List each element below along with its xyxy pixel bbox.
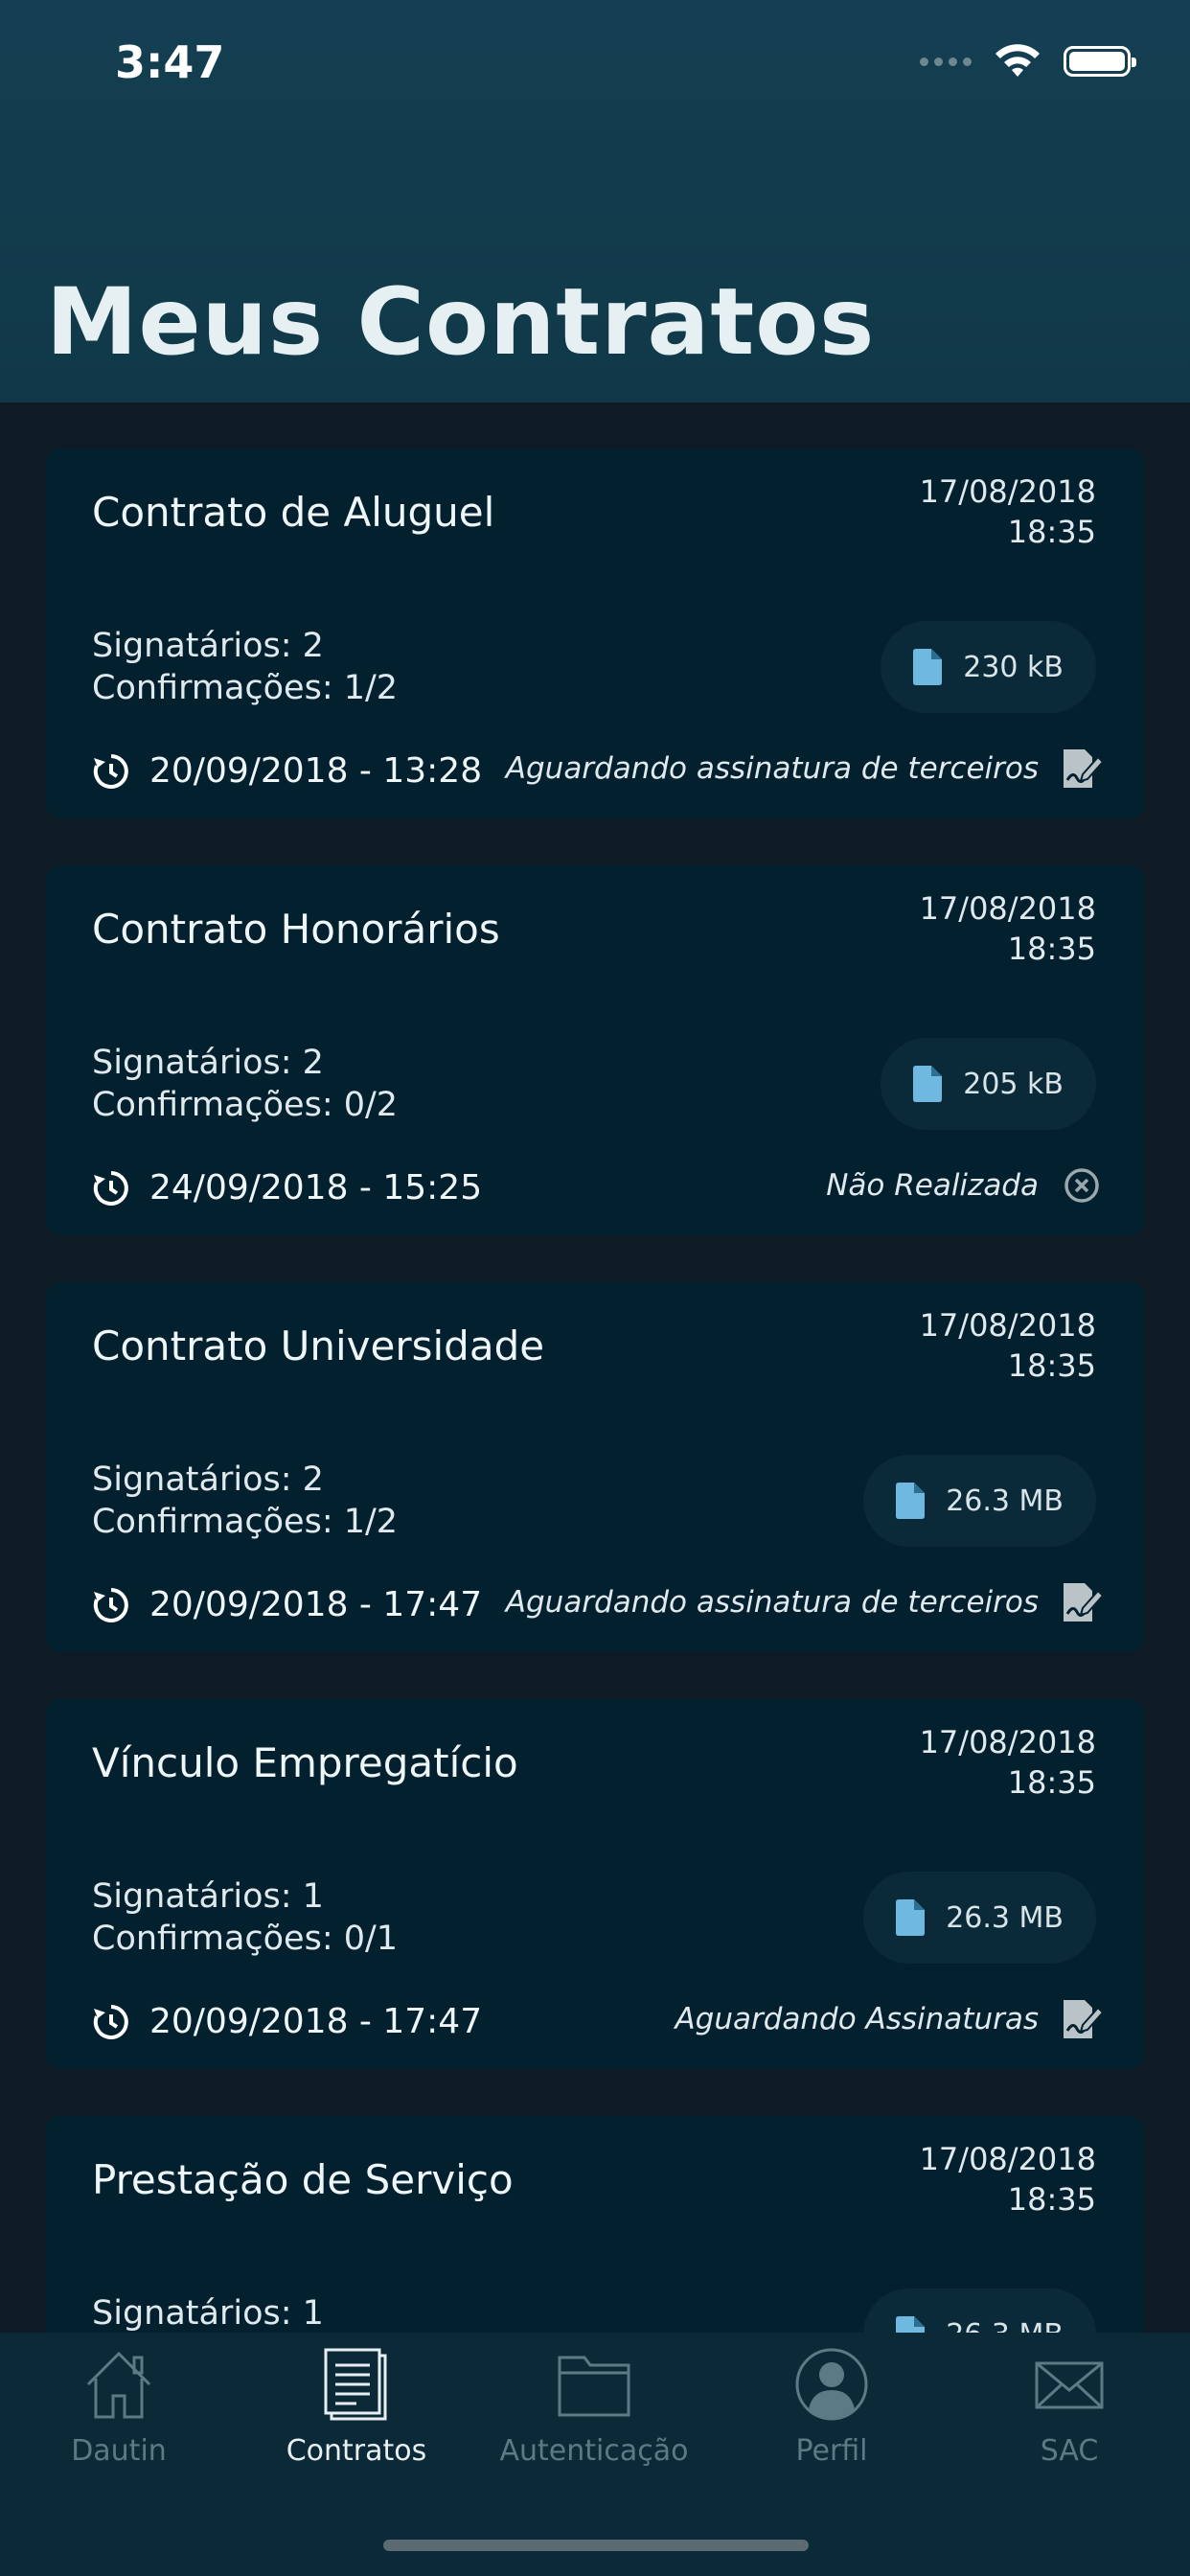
contract-card[interactable]: Contrato Honorários 17/08/2018 18:35 Sign… bbox=[46, 865, 1144, 1235]
tab-sac[interactable]: SAC bbox=[950, 2346, 1188, 2468]
contract-date: 17/08/2018 18:35 bbox=[919, 1724, 1096, 1801]
file-icon bbox=[896, 1483, 926, 1519]
schedule-text: 20/09/2018 - 13:28 bbox=[149, 751, 483, 791]
schedule: 24/09/2018 - 15:25 bbox=[92, 1168, 482, 1208]
contract-signers: Signatários: 2 Confirmações: 1/2 bbox=[92, 627, 399, 707]
signature-icon[interactable] bbox=[1060, 748, 1104, 790]
status-text: Aguardando assinatura de terceiros bbox=[505, 1585, 1039, 1620]
contract-signers: Signatários: 1 bbox=[92, 2294, 324, 2333]
status-text: Aguardando Assinaturas bbox=[675, 2002, 1039, 2036]
tab-label: SAC bbox=[1040, 2434, 1099, 2468]
header: 3:47 Meus Contratos bbox=[0, 0, 1190, 402]
schedule-text: 20/09/2018 - 17:47 bbox=[149, 2002, 483, 2041]
contract-status: Aguardando Assinaturas bbox=[675, 1998, 1104, 2040]
signature-icon[interactable] bbox=[1060, 1998, 1104, 2040]
schedule-text: 20/09/2018 - 17:47 bbox=[149, 1585, 483, 1624]
contract-status: Aguardando assinatura de terceiros bbox=[506, 1581, 1104, 1623]
file-size: 26.3 MB bbox=[946, 1484, 1064, 1518]
battery-icon bbox=[1064, 46, 1136, 77]
wifi-icon bbox=[995, 44, 1040, 77]
contract-status: Não Realizada bbox=[826, 1164, 1104, 1207]
page-title: Meus Contratos bbox=[46, 268, 876, 376]
contract-signers: Signatários: 2 Confirmações: 0/2 bbox=[92, 1044, 399, 1124]
status-text: Não Realizada bbox=[826, 1168, 1039, 1203]
history-icon bbox=[93, 1170, 128, 1206]
contract-signers: Signatários: 1 Confirmações: 0/1 bbox=[92, 1877, 399, 1958]
contract-card[interactable]: Contrato de Aluguel 17/08/2018 18:35 Sign… bbox=[46, 448, 1144, 818]
contract-date: 17/08/2018 18:35 bbox=[919, 890, 1096, 967]
contract-title: Vínculo Empregatício bbox=[92, 1739, 518, 1786]
schedule: 20/09/2018 - 17:47 bbox=[92, 2002, 482, 2041]
status-time: 3:47 bbox=[115, 36, 225, 88]
contract-signers: Signatários: 2 Confirmações: 1/2 bbox=[92, 1460, 399, 1541]
history-icon bbox=[93, 1587, 128, 1622]
contract-card[interactable]: Vínculo Empregatício 17/08/2018 18:35 Sig… bbox=[46, 1699, 1144, 2069]
contract-date: 17/08/2018 18:35 bbox=[919, 1307, 1096, 1384]
profile-icon bbox=[795, 2348, 868, 2421]
contract-card[interactable]: Contrato Universidade 17/08/2018 18:35 Si… bbox=[46, 1282, 1144, 1652]
schedule-text: 24/09/2018 - 15:25 bbox=[149, 1168, 483, 1208]
home-icon bbox=[86, 2351, 151, 2419]
contract-title: Prestação de Serviço bbox=[92, 2156, 514, 2203]
file-size-badge[interactable]: 26.3 MB bbox=[863, 1872, 1096, 1964]
contract-title: Contrato de Aluguel bbox=[92, 489, 495, 536]
status-text: Aguardando assinatura de terceiros bbox=[505, 751, 1039, 786]
contract-date: 17/08/2018 18:35 bbox=[919, 2141, 1096, 2218]
contract-date: 17/08/2018 18:35 bbox=[919, 473, 1096, 550]
tab-dautin[interactable]: Dautin bbox=[0, 2346, 238, 2468]
contract-list[interactable]: Contrato de Aluguel 17/08/2018 18:35 Sign… bbox=[46, 448, 1144, 2533]
file-size: 205 kB bbox=[963, 1067, 1064, 1101]
file-size-badge[interactable]: 26.3 MB bbox=[863, 1455, 1096, 1547]
history-icon bbox=[93, 753, 128, 789]
tab-label: Dautin bbox=[71, 2434, 167, 2468]
tab-label: Autenticação bbox=[499, 2434, 689, 2468]
home-indicator[interactable] bbox=[383, 2540, 809, 2551]
document-list-icon bbox=[324, 2348, 387, 2421]
schedule: 20/09/2018 - 17:47 bbox=[92, 1585, 482, 1624]
tab-label: Contratos bbox=[286, 2434, 427, 2468]
contract-title: Contrato Universidade bbox=[92, 1322, 545, 1369]
cancel-circle-icon[interactable] bbox=[1060, 1164, 1104, 1207]
schedule: 20/09/2018 - 13:28 bbox=[92, 751, 482, 791]
signature-icon[interactable] bbox=[1060, 1581, 1104, 1623]
tab-contratos[interactable]: Contratos bbox=[238, 2346, 475, 2468]
folder-icon bbox=[558, 2356, 630, 2417]
file-size: 26.3 MB bbox=[946, 1900, 1064, 1935]
file-size-badge[interactable]: 205 kB bbox=[881, 1038, 1096, 1130]
tab-autenticacao[interactable]: Autenticação bbox=[475, 2346, 713, 2468]
cellular-signal-icon bbox=[920, 57, 972, 66]
tab-perfil[interactable]: Perfil bbox=[713, 2346, 950, 2468]
file-size-badge[interactable]: 230 kB bbox=[881, 621, 1096, 713]
status-indicators bbox=[920, 42, 1136, 80]
history-icon bbox=[93, 2004, 128, 2039]
contract-title: Contrato Honorários bbox=[92, 906, 500, 953]
tab-label: Perfil bbox=[795, 2434, 868, 2468]
contract-status: Aguardando assinatura de terceiros bbox=[506, 748, 1104, 790]
file-icon bbox=[896, 1899, 926, 1936]
file-size: 230 kB bbox=[963, 650, 1064, 684]
file-icon bbox=[913, 649, 943, 685]
mail-icon bbox=[1035, 2361, 1104, 2409]
file-icon bbox=[913, 1066, 943, 1102]
